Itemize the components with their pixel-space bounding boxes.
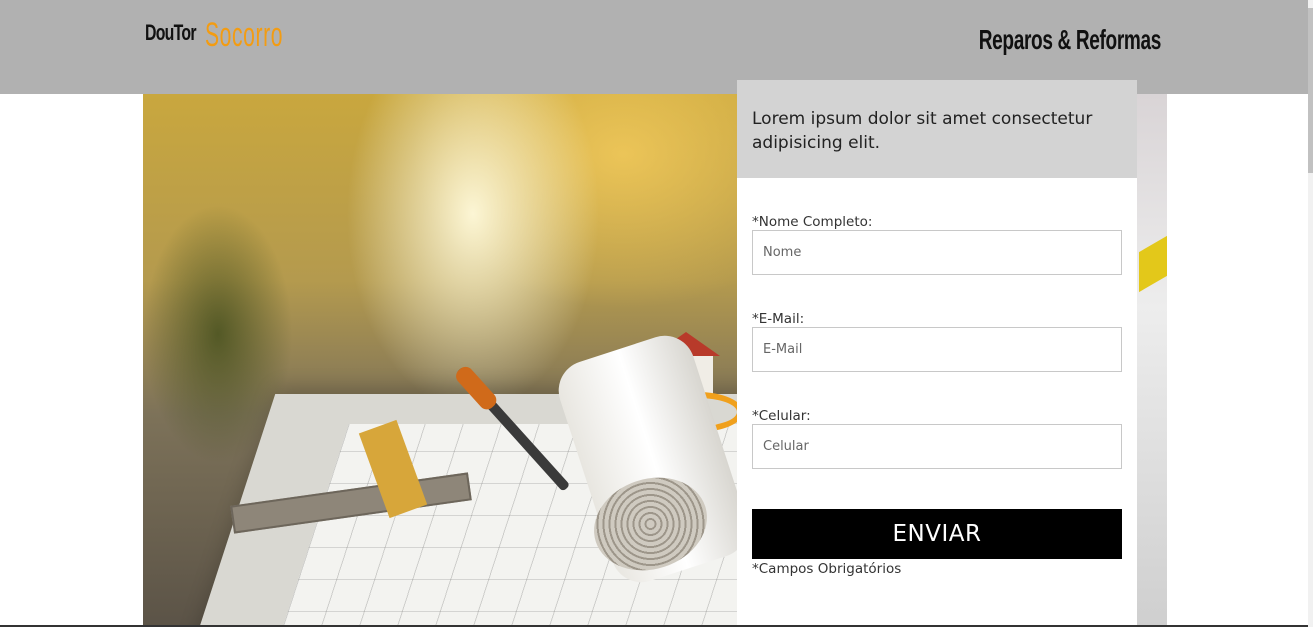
form-body: *Nome Completo: *E-Mail: *Celular: ENVIA…	[737, 214, 1137, 577]
page-scrollbar[interactable]	[1308, 0, 1313, 627]
form-heading: Lorem ipsum dolor sit amet consectetur a…	[752, 109, 1093, 153]
logo[interactable]: DouTor Socorro	[145, 16, 283, 60]
submit-button[interactable]: ENVIAR	[752, 509, 1122, 559]
name-label: *Nome Completo:	[752, 214, 873, 230]
logo-text-accent: Socorro	[205, 16, 284, 54]
phone-field[interactable]	[752, 424, 1122, 469]
header-tagline: Reparos & Reformas	[978, 24, 1162, 55]
contact-form: Lorem ipsum dolor sit amet consectetur a…	[737, 80, 1137, 627]
email-label: *E-Mail:	[752, 311, 805, 327]
required-fields-note: *Campos Obrigatórios	[752, 561, 902, 577]
phone-label: *Celular:	[752, 408, 811, 424]
email-field[interactable]	[752, 327, 1122, 372]
logo-text-primary: DouTor	[145, 20, 197, 45]
scrollbar-thumb[interactable]	[1308, 8, 1313, 173]
name-field[interactable]	[752, 230, 1122, 275]
form-header: Lorem ipsum dolor sit amet consectetur a…	[737, 80, 1137, 178]
hero-right-strip	[1137, 94, 1167, 627]
